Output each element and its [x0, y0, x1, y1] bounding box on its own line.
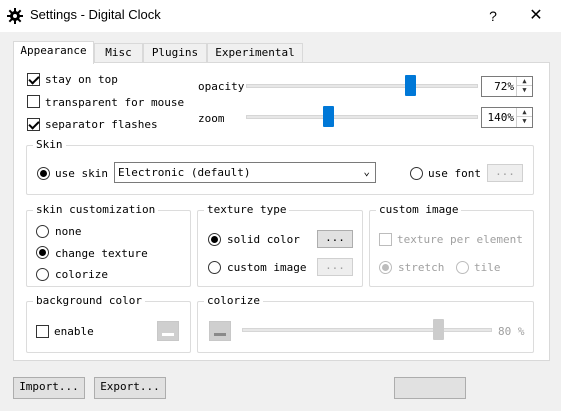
colorize-title: colorize — [204, 294, 263, 307]
custom-image-button[interactable]: ... — [317, 258, 353, 276]
close-button[interactable]: ✕ — [521, 5, 551, 27]
solid-color-label: solid color — [227, 233, 300, 246]
skin-select[interactable]: Electronic (default) ⌄ — [114, 162, 376, 183]
chevron-down-icon: ⌄ — [363, 165, 370, 178]
background-enable-checkbox[interactable] — [36, 325, 49, 338]
help-button[interactable]: ? — [478, 5, 508, 27]
stay-on-top-checkbox[interactable] — [27, 73, 40, 86]
appearance-panel: stay on top transparent for mouse separa… — [13, 62, 550, 361]
solid-color-radio[interactable] — [208, 233, 221, 246]
colorize-slider-track[interactable] — [242, 328, 492, 332]
skin-customization-change-texture-radio[interactable] — [36, 246, 49, 259]
colorize-slider-thumb[interactable] — [433, 319, 444, 340]
opacity-spinbox[interactable]: 72% ▲ ▼ — [481, 76, 533, 97]
spin-up-icon[interactable]: ▲ — [517, 108, 532, 117]
custom-image-title: custom image — [376, 203, 462, 216]
use-skin-radio[interactable] — [37, 167, 50, 180]
use-font-label: use font — [428, 167, 481, 180]
skin-group: Skin use skin Electronic (default) ⌄ use… — [26, 138, 534, 195]
title-bar: Settings - Digital Clock ? ✕ — [0, 0, 561, 32]
use-font-radio[interactable] — [410, 167, 423, 180]
skin-group-title: Skin — [33, 138, 66, 151]
use-skin-label: use skin — [55, 167, 108, 180]
skin-customization-group: skin customization none change texture c… — [26, 203, 191, 287]
texture-per-element-label: texture per element — [397, 233, 523, 246]
zoom-label: zoom — [198, 112, 225, 125]
font-browse-button[interactable]: ... — [487, 164, 523, 182]
texture-type-group: texture type solid color ... custom imag… — [197, 203, 363, 287]
tile-label: tile — [474, 261, 501, 274]
custom-image-label: custom image — [227, 261, 307, 274]
transparent-for-mouse-label: transparent for mouse — [45, 96, 185, 109]
skin-customization-title: skin customization — [33, 203, 159, 216]
background-enable-label: enable — [54, 325, 94, 338]
background-color-group: background color enable — [26, 294, 191, 353]
ok-button[interactable] — [394, 377, 466, 399]
zoom-spinbox[interactable]: 140% ▲ ▼ — [481, 107, 533, 128]
tab-experimental[interactable]: Experimental — [207, 43, 303, 63]
stretch-label: stretch — [398, 261, 445, 274]
opacity-value: 72% — [494, 80, 514, 93]
spin-down-icon[interactable]: ▼ — [517, 117, 532, 126]
opacity-slider-track[interactable] — [246, 84, 478, 88]
zoom-slider-track[interactable] — [246, 115, 478, 119]
import-button[interactable]: Import... — [13, 377, 85, 399]
texture-per-element-checkbox[interactable] — [379, 233, 392, 246]
transparent-for-mouse-checkbox[interactable] — [27, 95, 40, 108]
skin-customization-colorize-radio[interactable] — [36, 268, 49, 281]
colorize-color-swatch[interactable] — [209, 321, 231, 341]
separator-flashes-label: separator flashes — [45, 118, 158, 131]
skin-customization-change-texture-label: change texture — [55, 247, 148, 260]
export-button[interactable]: Export... — [94, 377, 166, 399]
spin-down-icon[interactable]: ▼ — [517, 86, 532, 95]
zoom-spin-arrows: ▲ ▼ — [516, 108, 532, 127]
gear-icon — [7, 8, 23, 24]
opacity-label: opacity — [198, 80, 245, 93]
opacity-spin-arrows: ▲ ▼ — [516, 77, 532, 96]
spin-up-icon[interactable]: ▲ — [517, 77, 532, 86]
skin-customization-none-radio[interactable] — [36, 225, 49, 238]
custom-image-group: custom image texture per element stretch… — [369, 203, 534, 287]
background-color-title: background color — [33, 294, 145, 307]
colorize-group: colorize 80 % — [197, 294, 534, 353]
opacity-slider-thumb[interactable] — [405, 75, 416, 96]
skin-customization-none-label: none — [55, 225, 82, 238]
tile-radio[interactable] — [456, 261, 469, 274]
separator-flashes-checkbox[interactable] — [27, 118, 40, 131]
background-color-swatch[interactable] — [157, 321, 179, 341]
stay-on-top-label: stay on top — [45, 73, 118, 86]
custom-image-radio[interactable] — [208, 261, 221, 274]
zoom-value: 140% — [487, 111, 515, 124]
stretch-radio[interactable] — [379, 261, 392, 274]
solid-color-button[interactable]: ... — [317, 230, 353, 248]
tab-plugins[interactable]: Plugins — [143, 43, 207, 63]
skin-select-value: Electronic (default) — [118, 166, 251, 179]
skin-customization-colorize-label: colorize — [55, 268, 108, 281]
zoom-slider-thumb[interactable] — [323, 106, 334, 127]
colorize-value: 80 % — [498, 325, 525, 338]
texture-type-title: texture type — [204, 203, 290, 216]
tab-misc[interactable]: Misc — [94, 43, 143, 63]
window-title: Settings - Digital Clock — [30, 7, 161, 22]
tab-appearance[interactable]: Appearance — [13, 41, 94, 64]
